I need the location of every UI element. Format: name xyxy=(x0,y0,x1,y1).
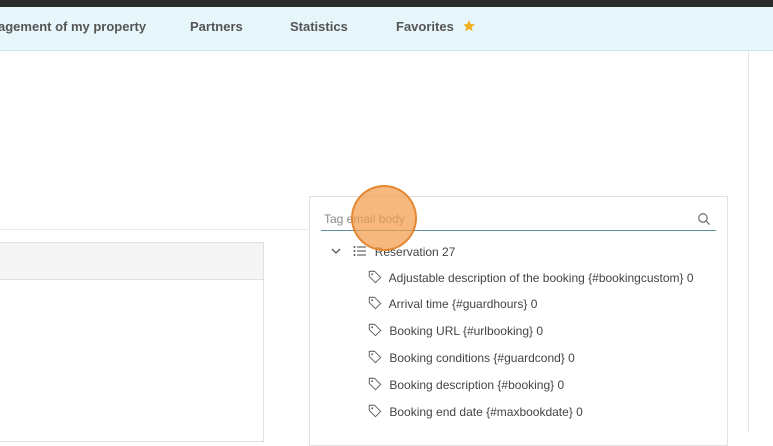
tag-item-label: Booking conditions {#guardcond} 0 xyxy=(389,351,575,365)
tag-icon xyxy=(368,296,382,310)
tag-icon xyxy=(368,350,382,364)
nav-item-partners[interactable]: Partners xyxy=(190,7,243,51)
tag-item[interactable]: Booking end date {#maxbookdate} 0 xyxy=(368,404,583,422)
tag-item-label: Adjustable description of the booking {#… xyxy=(388,271,694,285)
nav-item-statistics[interactable]: Statistics xyxy=(290,7,348,51)
tag-item[interactable]: Booking description {#booking} 0 xyxy=(368,377,564,395)
section-divider xyxy=(0,229,309,230)
nav-item-favorites[interactable]: Favorites xyxy=(396,7,476,51)
window-top-bar xyxy=(0,0,773,7)
tag-item-label: Arrival time {#guardhours} 0 xyxy=(388,297,538,311)
content-edge-divider xyxy=(748,51,749,433)
search-icon[interactable] xyxy=(697,212,711,226)
nav-item-property-management[interactable]: agement of my property xyxy=(0,7,146,51)
tag-item-label: Booking description {#booking} 0 xyxy=(389,378,565,392)
editor-card-header xyxy=(0,243,263,280)
click-indicator xyxy=(351,185,417,251)
tag-icon xyxy=(368,404,382,418)
tag-icon xyxy=(368,270,382,284)
tag-item[interactable]: Adjustable description of the booking {#… xyxy=(368,270,694,288)
chevron-down-icon[interactable] xyxy=(330,245,342,257)
tag-item-label: Booking end date {#maxbookdate} 0 xyxy=(389,405,583,419)
tag-item[interactable]: Booking URL {#urlbooking} 0 xyxy=(368,323,543,341)
main-navigation: agement of my property Partners Statisti… xyxy=(0,7,773,51)
tag-item[interactable]: Arrival time {#guardhours} 0 xyxy=(368,296,537,314)
tag-item-label: Booking URL {#urlbooking} 0 xyxy=(389,324,544,338)
nav-item-favorites-label: Favorites xyxy=(396,19,454,34)
tag-icon xyxy=(368,323,382,337)
tag-item[interactable]: Booking conditions {#guardcond} 0 xyxy=(368,350,575,368)
tag-icon xyxy=(368,377,382,391)
editor-card xyxy=(0,242,264,442)
list-icon xyxy=(353,246,367,256)
star-icon xyxy=(463,20,476,32)
